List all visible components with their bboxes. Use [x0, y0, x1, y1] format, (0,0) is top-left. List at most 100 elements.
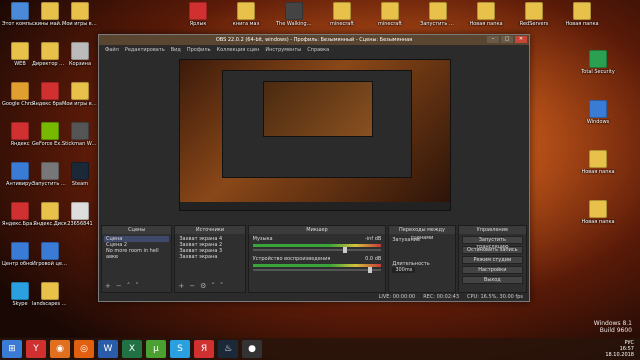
desktop-icon[interactable]: Windows	[580, 100, 616, 140]
app-icon	[333, 2, 351, 20]
word-icon[interactable]: W	[98, 340, 118, 358]
excel-icon[interactable]: X	[122, 340, 142, 358]
desktop-icon-label: Мои игры в Браузере	[62, 21, 98, 27]
desktop-icon-label: The Walking Dead	[276, 21, 312, 27]
minimize-button[interactable]: –	[487, 36, 499, 43]
nested-preview-inner	[263, 81, 373, 137]
sources-dock: Источники Захват экрана 4 Захват экрана …	[174, 225, 246, 293]
start-icon[interactable]: ⊞	[2, 340, 22, 358]
desktop-icon[interactable]: Новая папка	[564, 2, 600, 42]
volume-slider-knob[interactable]	[368, 267, 373, 273]
menu-view[interactable]: Вид	[171, 47, 181, 53]
mixer-channel: Устройство воспроизведения 0.0 dB	[249, 254, 386, 274]
preview-canvas[interactable]	[179, 59, 451, 211]
desktop-icon[interactable]: Мои игры в Браузере	[62, 2, 98, 42]
desktop-icon-label: Total Security	[581, 69, 615, 75]
menu-profile[interactable]: Профиль	[187, 47, 211, 53]
menu-help[interactable]: Справка	[307, 47, 329, 53]
firefox-icon[interactable]: ◉	[50, 340, 70, 358]
app-icon	[71, 82, 89, 100]
add-source-button[interactable]: +	[178, 282, 184, 290]
gear-icon[interactable]: ⚙	[200, 282, 206, 290]
exit-button[interactable]: Выход	[461, 276, 524, 284]
desktop-icon-label: книга маэ	[232, 21, 260, 27]
status-bar: LIVE: 00:00:00 REC: 00:02:43 CPU: 16.5%,…	[99, 293, 529, 301]
source-item[interactable]: Захват экрана	[177, 254, 242, 260]
windows-watermark: Windows 8.1 Build 9600	[594, 320, 632, 334]
watermark-line: Windows 8.1	[593, 320, 632, 327]
watermark-line: Build 9600	[599, 327, 632, 334]
clock-date[interactable]: 18.10.2018	[605, 352, 634, 358]
skype-icon[interactable]: S	[170, 340, 190, 358]
app-icon	[11, 162, 29, 180]
desktop-icon[interactable]: Мои игры в Браузере	[62, 82, 98, 122]
app-icon	[589, 100, 607, 118]
desktop-icon[interactable]: Новая папка	[580, 150, 616, 190]
desktop-icon[interactable]: Total Security	[580, 50, 616, 90]
obs-icon[interactable]: ●	[242, 340, 262, 358]
menu-tools[interactable]: Инструменты	[265, 47, 301, 53]
settings-button[interactable]: Настройки	[461, 266, 524, 274]
desktop-icon[interactable]: Stickman Wars	[62, 122, 98, 162]
obs-title-bar[interactable]: OBS 22.0.2 (64-bit, windows) - Профиль: …	[99, 35, 529, 45]
volume-slider[interactable]	[252, 267, 382, 273]
system-tray: РУС 16:57 18.10.2018	[605, 340, 640, 358]
app-icon	[41, 242, 59, 260]
desktop-icon-label: Корзина	[68, 61, 92, 67]
close-button[interactable]: ✕	[515, 36, 527, 43]
desktop-icon-label: Новая папка	[469, 21, 503, 27]
desktop-icon[interactable]: Новая папка	[580, 200, 616, 240]
remove-scene-button[interactable]: −	[116, 282, 122, 290]
taskbar: ⊞ Y ◉ ◎ W Xµ S Я ♨ ● РУС 16:57 18.10.2018	[0, 338, 640, 360]
desktop-icon-label: Новая папка	[565, 21, 599, 27]
move-down-button[interactable]: ˅	[220, 282, 224, 290]
app-icon	[477, 2, 495, 20]
start-streaming-button[interactable]: Запустить трансляцию	[461, 236, 524, 250]
channel-db: 0.0 dB	[365, 256, 382, 262]
desktop-icon[interactable]: landscapes cityscapes	[32, 282, 68, 322]
menu-scene-collection[interactable]: Коллекция сцен	[217, 47, 260, 53]
app-icon	[381, 2, 399, 20]
studio-mode-button[interactable]: Режим студии	[461, 256, 524, 264]
desktop-icon[interactable]: 23656841	[62, 202, 98, 242]
move-down-button[interactable]: ˅	[135, 282, 139, 290]
app-icon	[285, 2, 303, 20]
desktop-icon-label: Stickman Wars	[62, 141, 98, 147]
desktop-icon[interactable]: Корзина	[62, 42, 98, 82]
app-icon	[525, 2, 543, 20]
menu-edit[interactable]: Редактировать	[125, 47, 165, 53]
app-icon	[589, 50, 607, 68]
app-icon	[41, 282, 59, 300]
scenes-dock: Сцены Сцена Сцена 2 No more room in hell…	[101, 225, 173, 293]
channel-db: -inf dB	[364, 236, 382, 242]
steam-icon[interactable]: ♨	[218, 340, 238, 358]
app-icon	[429, 2, 447, 20]
scene-item[interactable]: aвкв	[104, 254, 169, 260]
app-icon	[71, 42, 89, 60]
utorrent-icon[interactable]: µ	[146, 340, 166, 358]
volume-slider[interactable]	[252, 247, 382, 253]
yandex-browser-icon[interactable]: Я	[194, 340, 214, 358]
move-up-button[interactable]: ˄	[127, 282, 131, 290]
add-scene-button[interactable]: +	[105, 282, 111, 290]
mixer-dock: Микшер Музыка -inf dB Устройство воспрои…	[247, 225, 387, 293]
menu-file[interactable]: Файл	[105, 47, 119, 53]
app-icon	[589, 200, 607, 218]
stop-recording-button[interactable]: Остановить запись	[461, 246, 524, 254]
remove-source-button[interactable]: −	[189, 282, 195, 290]
desktop-icon-label: Игровой центр	[32, 261, 68, 267]
app-icon	[41, 42, 59, 60]
yandex-icon[interactable]: Y	[26, 340, 46, 358]
controls-title: Управление	[458, 226, 527, 234]
mixer-title: Микшер	[248, 226, 386, 234]
app-icon	[11, 202, 29, 220]
maximize-button[interactable]: □	[501, 36, 513, 43]
desktop-icon[interactable]: Steam	[62, 162, 98, 202]
duration-input[interactable]: 300ms	[392, 267, 416, 273]
games-icon[interactable]: ◎	[74, 340, 94, 358]
volume-slider-knob[interactable]	[342, 247, 347, 253]
app-icon	[11, 2, 29, 20]
move-up-button[interactable]: ˄	[211, 282, 215, 290]
desktop-icon[interactable]: Игровой центр	[32, 242, 68, 282]
app-icon	[589, 150, 607, 168]
